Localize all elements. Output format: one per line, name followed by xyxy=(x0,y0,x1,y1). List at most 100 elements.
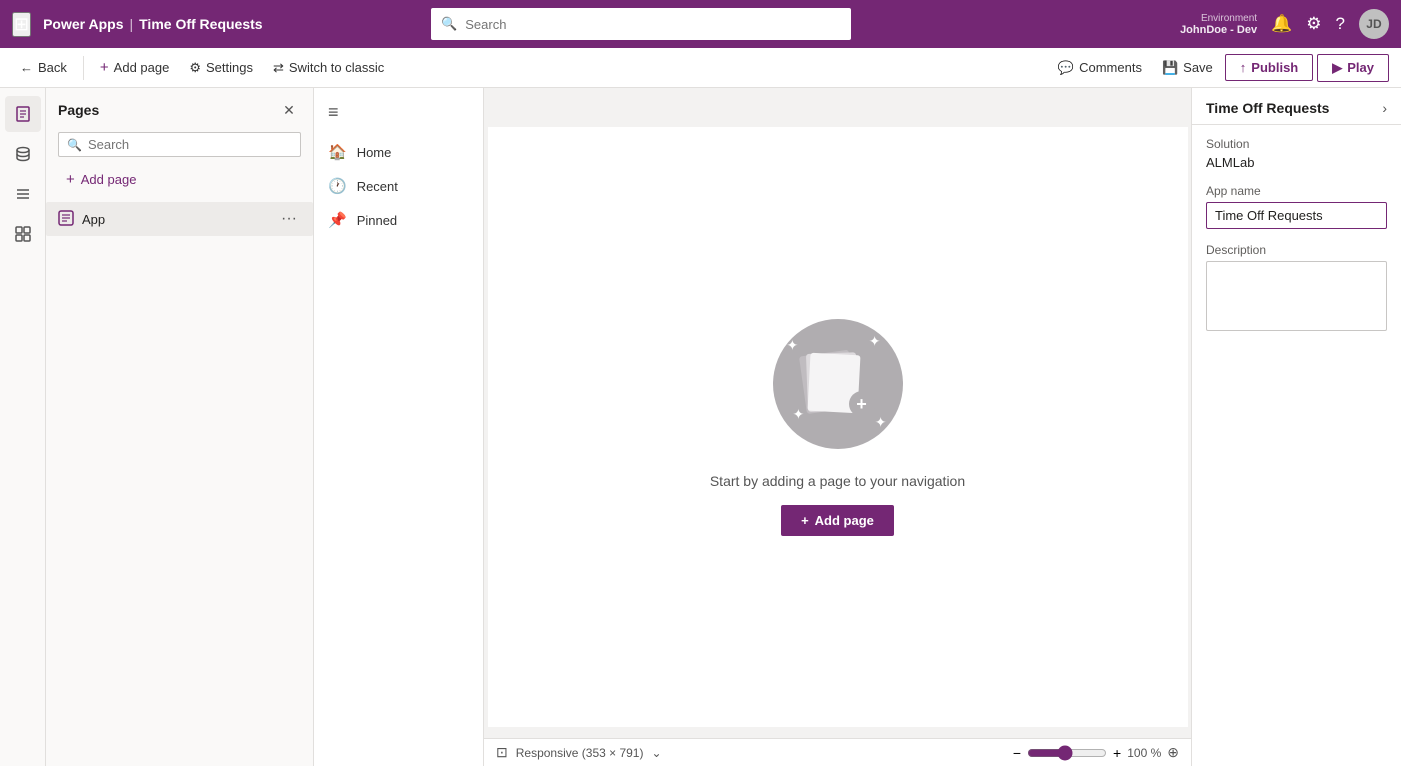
nav-item-pinned[interactable]: 📌 Pinned xyxy=(314,203,483,237)
pages-search-icon: 🔍 xyxy=(67,138,82,152)
zoom-plus-button[interactable]: + xyxy=(1113,745,1121,761)
app-title-label: Time Off Requests xyxy=(139,16,262,32)
canvas-empty-text: Start by adding a page to your navigatio… xyxy=(710,473,965,489)
global-search-box[interactable]: 🔍 xyxy=(431,8,851,40)
page-icon xyxy=(58,210,74,229)
settings-gear-icon: ⚙ xyxy=(189,60,201,76)
publish-label: Publish xyxy=(1251,60,1298,75)
switch-icon: ⇄ xyxy=(273,60,284,76)
nav-item-recent[interactable]: 🕐 Recent xyxy=(314,169,483,203)
pages-panel-header: Pages ✕ xyxy=(46,88,313,128)
pinned-icon: 📌 xyxy=(328,211,347,229)
sidebar-list-button[interactable] xyxy=(5,176,41,212)
settings-icon-button[interactable]: ⚙ xyxy=(1306,14,1321,34)
recent-icon: 🕐 xyxy=(328,177,347,195)
play-label: Play xyxy=(1347,60,1374,75)
page-item-label: App xyxy=(82,212,269,227)
canvas-add-page-label: Add page xyxy=(815,513,874,528)
publish-icon: ↑ xyxy=(1240,60,1247,75)
nav-home-label: Home xyxy=(357,145,392,160)
canvas-add-plus-icon: + xyxy=(801,513,809,528)
pages-search-input[interactable] xyxy=(88,137,292,152)
app-name-field-group: App name xyxy=(1206,184,1387,229)
nav-pinned-label: Pinned xyxy=(357,213,397,228)
sidebar-pages-button[interactable] xyxy=(5,96,41,132)
responsive-chevron-icon: ⌄ xyxy=(651,746,661,760)
publish-button[interactable]: ↑ Publish xyxy=(1225,54,1313,81)
back-button[interactable]: ← Back xyxy=(12,56,75,79)
zoom-slider[interactable] xyxy=(1027,745,1107,761)
add-page-panel-label: Add page xyxy=(81,172,137,187)
zoom-value-label: 100 % xyxy=(1127,746,1161,760)
right-panel-expand-button[interactable]: › xyxy=(1382,100,1387,116)
add-page-label: Add page xyxy=(114,60,170,75)
top-navigation: ⊞ Power Apps | Time Off Requests 🔍 Envir… xyxy=(0,0,1401,48)
back-label: Back xyxy=(38,60,67,75)
add-page-panel-button[interactable]: + Add page xyxy=(58,165,301,194)
comments-icon: 💬 xyxy=(1058,60,1074,76)
icon-sidebar xyxy=(0,88,46,766)
play-icon: ▶ xyxy=(1332,60,1342,76)
sparkle-tl: ✦ xyxy=(787,337,799,354)
right-panel: Time Off Requests › Solution ALMLab App … xyxy=(1191,88,1401,766)
nav-recent-label: Recent xyxy=(357,179,398,194)
right-panel-header: Time Off Requests › xyxy=(1192,88,1401,125)
right-panel-title: Time Off Requests xyxy=(1206,100,1329,116)
add-page-button[interactable]: + Add page xyxy=(92,55,177,80)
save-label: Save xyxy=(1183,60,1213,75)
environment-label: Environment xyxy=(1201,13,1257,24)
right-panel-body: Solution ALMLab App name Description xyxy=(1192,125,1401,346)
solution-field-group: Solution ALMLab xyxy=(1206,137,1387,170)
canvas-add-page-button[interactable]: + Add page xyxy=(781,505,894,536)
description-label: Description xyxy=(1206,243,1387,257)
waffle-menu-button[interactable]: ⊞ xyxy=(12,12,31,37)
search-icon: 🔍 xyxy=(441,16,457,32)
notification-button[interactable]: 🔔 xyxy=(1271,14,1292,34)
zoom-controls: − + 100 % ⊕ xyxy=(1013,744,1179,761)
nav-preview-panel: ≡ 🏠 Home 🕐 Recent 📌 Pinned xyxy=(314,88,484,766)
page-item-app[interactable]: App ··· xyxy=(46,202,313,236)
pages-stack-illustration: + xyxy=(803,346,873,421)
comments-label: Comments xyxy=(1079,60,1142,75)
sidebar-components-button[interactable] xyxy=(5,216,41,252)
power-apps-label: Power Apps xyxy=(43,16,123,32)
environment-selector[interactable]: Environment JohnDoe - Dev xyxy=(1180,13,1257,36)
brand-title: Power Apps | Time Off Requests xyxy=(43,16,262,32)
sidebar-data-button[interactable] xyxy=(5,136,41,172)
pages-search-box[interactable]: 🔍 xyxy=(58,132,301,157)
pages-panel: Pages ✕ 🔍 + Add page App ··· xyxy=(46,88,314,766)
save-button[interactable]: 💾 Save xyxy=(1154,56,1221,80)
switch-classic-label: Switch to classic xyxy=(289,60,384,75)
back-arrow-icon: ← xyxy=(20,60,33,75)
solution-label: Solution xyxy=(1206,137,1387,151)
app-name-label: App name xyxy=(1206,184,1387,198)
responsive-label: Responsive (353 × 791) xyxy=(516,746,644,760)
nav-menu-icon[interactable]: ≡ xyxy=(314,98,483,127)
responsive-icon: ⊡ xyxy=(496,744,508,761)
play-button[interactable]: ▶ Play xyxy=(1317,54,1389,82)
pages-panel-title: Pages xyxy=(58,102,99,118)
bottom-bar: ⊡ Responsive (353 × 791) ⌄ − + 100 % ⊕ xyxy=(484,738,1191,766)
search-input[interactable] xyxy=(465,17,841,32)
avatar[interactable]: JD xyxy=(1359,9,1389,39)
toolbar: ← Back + Add page ⚙ Settings ⇄ Switch to… xyxy=(0,48,1401,88)
nav-item-home[interactable]: 🏠 Home xyxy=(314,135,483,169)
help-button[interactable]: ? xyxy=(1336,14,1345,34)
environment-name: JohnDoe - Dev xyxy=(1180,24,1257,36)
page-item-more-button[interactable]: ··· xyxy=(277,208,301,230)
toolbar-right-actions: 💬 Comments 💾 Save ↑ Publish ▶ Play xyxy=(1050,54,1389,82)
plus-icon: + xyxy=(100,59,109,76)
zoom-minus-button[interactable]: − xyxy=(1013,745,1021,761)
switch-classic-button[interactable]: ⇄ Switch to classic xyxy=(265,56,392,80)
sparkle-br: ✦ xyxy=(875,414,887,431)
settings-button[interactable]: ⚙ Settings xyxy=(181,56,261,80)
description-textarea[interactable] xyxy=(1206,261,1387,331)
app-name-input[interactable] xyxy=(1206,202,1387,229)
brand-separator: | xyxy=(129,16,133,32)
pages-close-button[interactable]: ✕ xyxy=(277,98,301,122)
settings-label: Settings xyxy=(206,60,253,75)
top-nav-icons: Environment JohnDoe - Dev 🔔 ⚙ ? JD xyxy=(1180,9,1389,39)
main-layout: Pages ✕ 🔍 + Add page App ··· ≡ 🏠 Home 🕐 … xyxy=(0,88,1401,766)
comments-button[interactable]: 💬 Comments xyxy=(1050,56,1150,80)
zoom-target-icon: ⊕ xyxy=(1167,744,1179,761)
